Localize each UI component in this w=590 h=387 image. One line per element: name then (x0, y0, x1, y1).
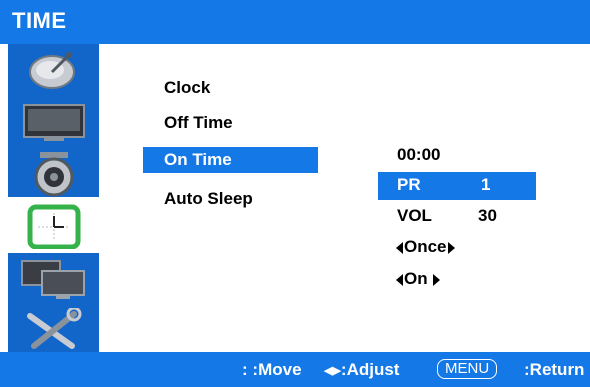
program-label: PR (397, 175, 421, 194)
return-hint: :Return (524, 360, 585, 379)
volume-label: VOL (397, 206, 432, 225)
sidebar-item-sound[interactable] (8, 146, 99, 197)
repeat-selector[interactable]: Once (396, 234, 455, 260)
help-bar: : :Move ◀▶:Adjust MENU :Return (0, 352, 590, 387)
picture-tv-icon (23, 104, 85, 141)
menu-item-clock[interactable]: Clock (164, 75, 210, 101)
clock-calendar-icon (27, 204, 81, 249)
sidebar-item-tools[interactable] (8, 304, 99, 355)
volume-value[interactable]: 30 (478, 203, 497, 229)
move-hint: : :Move (242, 360, 302, 379)
sidebar (8, 44, 99, 352)
arrow-right-icon[interactable] (447, 241, 455, 254)
arrow-left-icon[interactable] (396, 241, 403, 254)
menu-item-off-time[interactable]: Off Time (164, 110, 233, 136)
sidebar-item-time[interactable] (8, 197, 99, 253)
state-value: On (404, 269, 428, 288)
menu-item-on-time[interactable]: On Time (143, 147, 318, 173)
state-selector[interactable]: On (396, 266, 441, 292)
up-down-icon: : (242, 360, 248, 379)
arrow-left-icon[interactable] (396, 273, 403, 286)
arrow-right-icon[interactable] (433, 273, 441, 286)
monitor-setup-icon (21, 260, 85, 299)
title-bar: TIME (0, 0, 590, 44)
menu-item-auto-sleep[interactable]: Auto Sleep (164, 186, 253, 212)
adjust-hint: ◀▶:Adjust (324, 360, 400, 379)
sidebar-item-channel[interactable] (8, 44, 99, 95)
page-title: TIME (12, 8, 67, 33)
program-row[interactable]: PR 1 (378, 172, 536, 200)
program-value: 1 (481, 175, 491, 194)
sidebar-item-picture[interactable] (8, 95, 99, 146)
satellite-dish-icon (29, 52, 75, 89)
repeat-value: Once (404, 237, 447, 256)
sidebar-item-setup[interactable] (8, 253, 99, 304)
menu-key: MENU (437, 359, 498, 379)
on-time-value[interactable]: 00:00 (397, 142, 440, 168)
tools-icon (27, 308, 82, 349)
speaker-icon (34, 152, 74, 197)
left-right-icon: ◀▶ (324, 365, 341, 378)
